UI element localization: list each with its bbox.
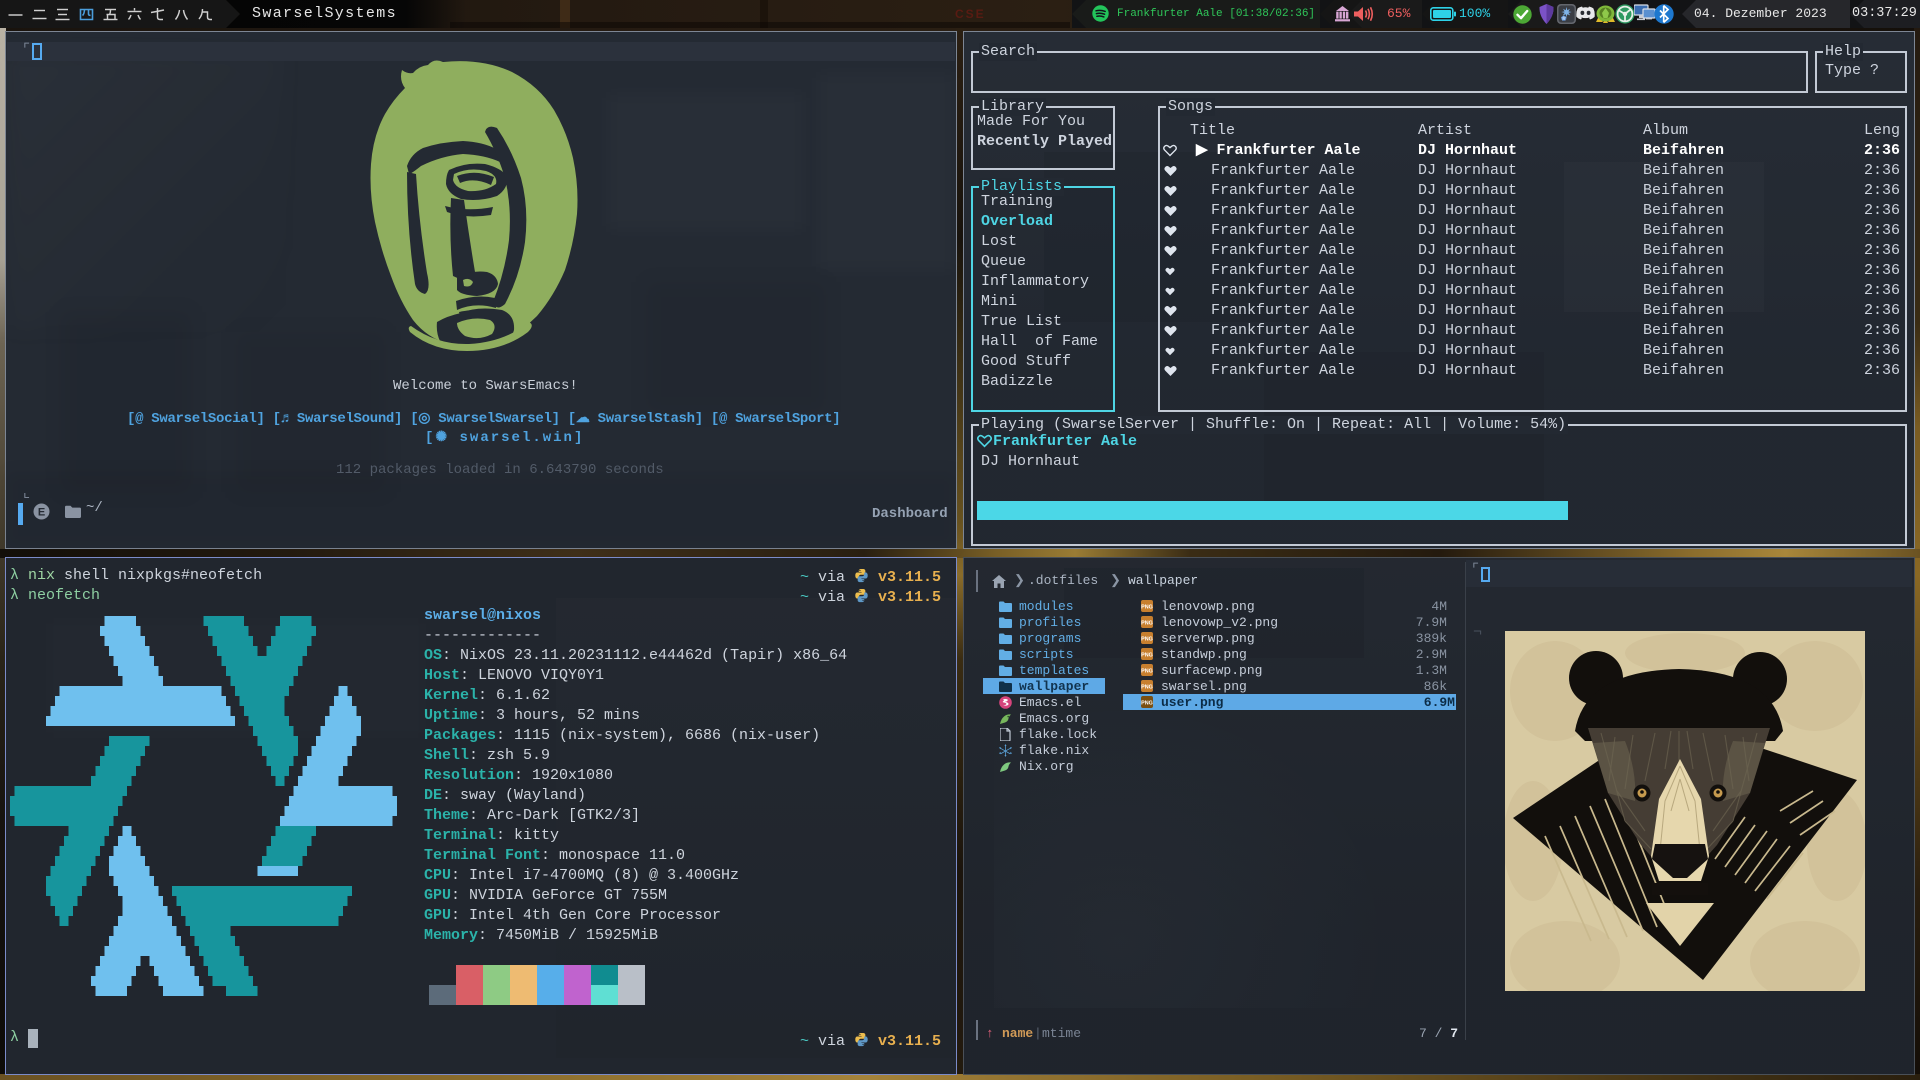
svg-text:PNG: PNG xyxy=(1141,653,1153,659)
svg-text:PNG: PNG xyxy=(1141,701,1153,707)
svg-text:PNG: PNG xyxy=(1141,621,1153,627)
svg-text:E: E xyxy=(38,506,45,518)
svg-text:PNG: PNG xyxy=(1141,685,1153,691)
svg-text:PNG: PNG xyxy=(1141,669,1153,675)
svg-text:PNG: PNG xyxy=(1141,637,1153,643)
svg-text:PNG: PNG xyxy=(1141,605,1153,611)
